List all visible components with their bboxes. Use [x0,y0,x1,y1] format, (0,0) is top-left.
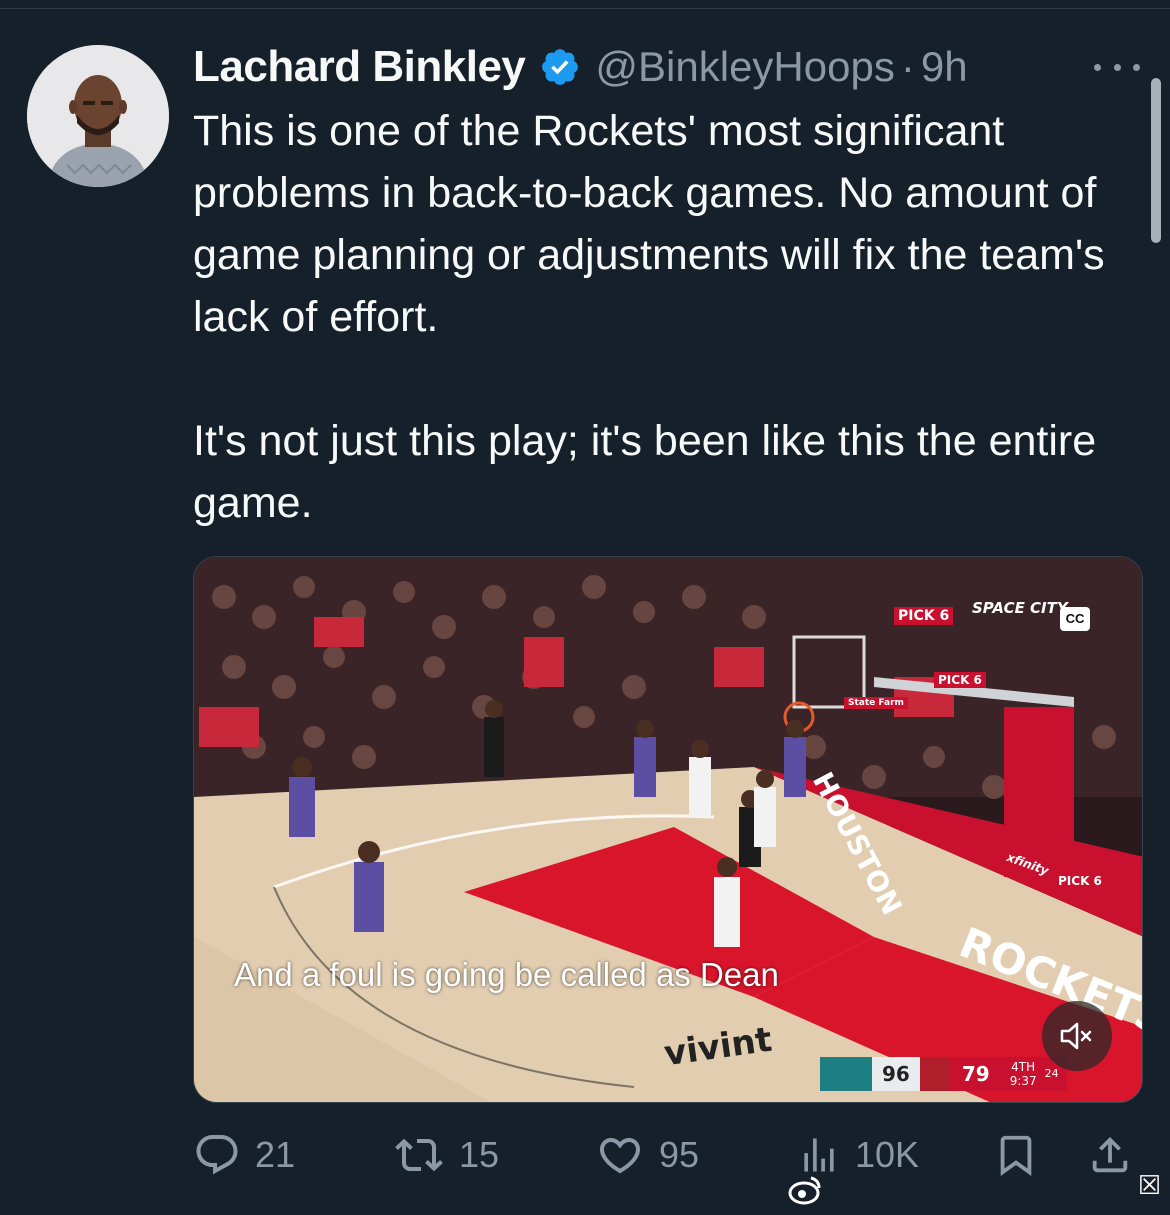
verified-badge-icon [539,46,581,88]
home-score: 79 [949,1057,1002,1091]
closed-captions-button[interactable]: CC [1060,607,1090,631]
more-horizontal-icon[interactable] [1094,60,1140,74]
tweet-text: This is one of the Rockets' most signifi… [193,107,1105,527]
game-clock: 4TH 9:37 [1001,1057,1045,1091]
retweet-button[interactable]: 15 [393,1128,499,1182]
speaker-muted-icon [1060,1022,1092,1050]
retweet-icon [395,1138,443,1172]
arena-ad-pick6: PICK 6 [894,607,954,625]
header-separator: · [900,43,915,90]
video-frame [194,557,1142,1102]
hornets-logo-icon [820,1057,872,1091]
period: 4TH [1011,1060,1036,1074]
retweet-count: 15 [459,1134,500,1175]
top-divider [0,8,1170,9]
arena-ad-pick6-3: PICK 6 [1054,873,1106,889]
arena-ad-pick6-2: PICK 6 [934,672,986,688]
rockets-logo-icon [919,1057,950,1091]
tweet-header: Lachard Binkley @BinkleyHoops · 9h [193,38,968,96]
watermark: ☒ [787,1170,1167,1210]
like-button[interactable]: 95 [595,1128,699,1182]
author-name[interactable]: Lachard Binkley [193,42,526,92]
scorebug: 96 79 4TH 9:37 24 [820,1057,1067,1091]
watermark-corner-glyph: ☒ [1137,1170,1161,1200]
arena-ad-space-city: SPACE CITY [972,599,1068,617]
away-score: 96 [872,1057,920,1091]
author-handle[interactable]: @BinkleyHoops [595,43,894,91]
clock: 9:37 [1009,1074,1037,1088]
heart-icon [599,1138,641,1174]
timestamp[interactable]: 9h [921,43,968,91]
like-count: 95 [659,1134,700,1175]
reply-icon [196,1135,238,1175]
video-caption: And a foul is going be called as Dean [234,956,779,993]
reply-button[interactable]: 21 [193,1128,295,1182]
mute-button[interactable] [1042,1001,1112,1071]
scrollbar[interactable] [1151,78,1161,243]
weibo-logo-icon [788,1176,821,1205]
reply-count: 21 [255,1134,296,1175]
avatar[interactable] [27,45,169,187]
arena-ad-state-farm: State Farm [844,697,908,709]
video-player[interactable]: vivint HOUSTON ROCKETS PICK 6 SPACE CITY… [193,556,1143,1103]
